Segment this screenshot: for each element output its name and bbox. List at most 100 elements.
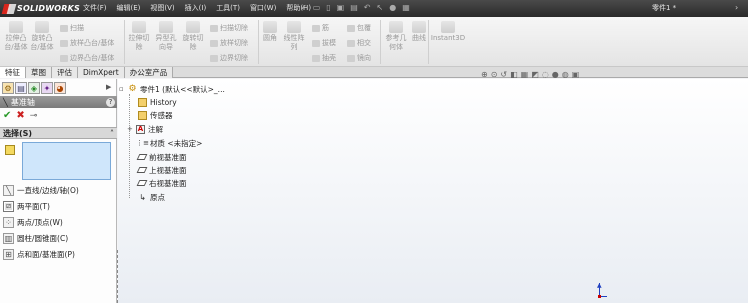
save-icon[interactable]: ▣ [337, 3, 345, 12]
expand-icon[interactable]: ▫ [119, 85, 125, 93]
print-icon[interactable]: ▤ [350, 3, 358, 12]
tree-item-top-plane[interactable]: 上视基准面 [129, 164, 187, 176]
tab-office-products[interactable]: 办公室产品 [124, 67, 174, 78]
graphics-area[interactable] [118, 79, 748, 303]
command-manager: 拉伸凸台/基体 旋转凸台/基体 扫描 放样凸台/基体 边界凸台/基体 拉伸切除 … [0, 17, 748, 67]
intersect-button[interactable]: 相交 [347, 38, 371, 48]
ok-icon[interactable]: ✔ [3, 111, 11, 121]
manager-tabs: ⚙ ▤ ◈ ✦ ◕ [2, 82, 66, 94]
menu-file[interactable]: 文件(F) [78, 3, 112, 13]
tree-item-material[interactable]: ⋮≡ 材质 <未指定> [129, 137, 202, 149]
solidworks-logo[interactable]: SOLIDWORKS [3, 2, 80, 15]
feature-manager-icon[interactable]: ⚙ [2, 82, 14, 94]
draft-button[interactable]: 拔模 [312, 38, 336, 48]
option-point-face[interactable]: ⊞ 点和面/基准面(P) [3, 247, 75, 261]
chevron-right-icon[interactable]: ▶ [106, 83, 111, 91]
tab-sketch[interactable]: 草图 [26, 67, 52, 78]
quick-access-toolbar: ✔ ▭ ▯ ▣ ▤ ↶ ↖ ● ▦ [300, 3, 410, 12]
open-icon[interactable]: ▯ [326, 3, 330, 12]
tree-root-part[interactable]: ▫ ⚙ 零件1 (默认<<默认>_... [119, 83, 225, 95]
option-line-edge-axis[interactable]: ╲ 一直线/边线/轴(O) [3, 183, 79, 197]
reference-geometry-button[interactable]: 参考几何体 [383, 21, 409, 52]
tab-dimxpert[interactable]: DimXpert [78, 67, 125, 78]
option-two-planes[interactable]: ⧄ 两平面(T) [3, 199, 50, 213]
menu-view[interactable]: 视图(V) [145, 3, 179, 13]
pin-icon[interactable]: ✔ [300, 3, 307, 12]
view-settings-icon[interactable]: ▣ [572, 70, 580, 79]
hole-wizard-button[interactable]: 异型孔向导 [153, 21, 179, 52]
linear-pattern-button[interactable]: 线性阵列 [282, 21, 306, 52]
zoom-to-fit-icon[interactable]: ⊕ [481, 70, 488, 79]
wrap-button[interactable]: 包覆 [347, 23, 371, 33]
boundary-icon [60, 54, 68, 62]
menu-window[interactable]: 窗口(W) [245, 3, 281, 13]
sweep-button[interactable]: 扫描 [60, 23, 84, 33]
rib-button[interactable]: 筋 [312, 23, 329, 33]
action-buttons: ✔ ✖ ⊸ [3, 111, 38, 122]
menu-edit[interactable]: 编辑(E) [112, 3, 146, 13]
help-icon[interactable]: ? [106, 98, 115, 107]
undo-icon[interactable]: ↶ [364, 3, 371, 12]
pushpin-icon[interactable]: ⊸ [30, 111, 38, 121]
fillet-icon [263, 21, 277, 33]
boundary-cut-button[interactable]: 边界切除 [210, 53, 248, 63]
scene-icon[interactable]: ◍ [562, 70, 569, 79]
edit-appearance-icon[interactable]: ● [552, 70, 559, 79]
property-manager-icon[interactable]: ▤ [15, 82, 27, 94]
curves-button[interactable]: 曲线 [410, 21, 428, 43]
collapse-icon[interactable]: ˄ [110, 128, 114, 139]
sweep-icon [60, 24, 68, 32]
dimxpert-manager-icon[interactable]: ✦ [41, 82, 53, 94]
configuration-manager-icon[interactable]: ◈ [28, 82, 40, 94]
new-icon[interactable]: ▭ [313, 3, 321, 12]
tree-item-front-plane[interactable]: 前视基准面 [129, 151, 187, 163]
revolve-boss-button[interactable]: 旋转凸台/基体 [30, 21, 54, 52]
cancel-icon[interactable]: ✖ [16, 111, 24, 121]
plane-icon [136, 154, 148, 160]
chevron-right-icon[interactable]: › [735, 3, 738, 12]
menu-insert[interactable]: 插入(I) [180, 3, 212, 13]
tree-item-sensors[interactable]: 传感器 [129, 109, 173, 121]
expand-plus-icon[interactable]: + [127, 125, 133, 133]
tab-evaluate[interactable]: 评估 [52, 67, 78, 78]
wrap-icon [347, 24, 355, 32]
hide-show-items-icon[interactable]: ◌ [542, 70, 549, 79]
cylinder-icon: ▥ [3, 232, 14, 244]
revolve-cut-button[interactable]: 旋转切除 [181, 21, 205, 52]
menu-tools[interactable]: 工具(T) [211, 3, 245, 13]
rib-icon [312, 24, 320, 32]
tree-item-right-plane[interactable]: 右视基准面 [129, 177, 187, 189]
previous-view-icon[interactable]: ↺ [500, 70, 507, 79]
option-two-points[interactable]: ⁘ 两点/顶点(W) [3, 215, 63, 229]
options-icon[interactable]: ▦ [402, 3, 410, 12]
zoom-area-icon[interactable]: ⊙ [491, 70, 498, 79]
linear-pattern-icon [287, 21, 301, 33]
select-icon[interactable]: ↖ [377, 3, 384, 12]
extrude-cut-button[interactable]: 拉伸切除 [127, 21, 151, 52]
reference-triad: ▲ [594, 282, 608, 299]
tab-features[interactable]: 特征 [0, 67, 26, 78]
tree-item-annotations[interactable]: + A 注解 [127, 123, 163, 135]
view-orientation-icon[interactable]: ▦ [521, 70, 529, 79]
property-manager: ⚙ ▤ ◈ ✦ ◕ ▶ ╲ 基准轴 ? ✔ ✖ ⊸ 选择(S) ˄ ╲ 一直线/… [0, 79, 117, 303]
mirror-button[interactable]: 镜向 [347, 53, 371, 63]
two-planes-icon: ⧄ [3, 200, 14, 212]
rebuild-icon[interactable]: ● [389, 3, 396, 12]
display-style-icon[interactable]: ◩ [531, 70, 539, 79]
tree-item-origin[interactable]: ↳ 原点 [129, 191, 165, 203]
boundary-boss-button[interactable]: 边界凸台/基体 [60, 53, 114, 63]
swept-cut-button[interactable]: 扫描切除 [210, 23, 248, 33]
section-view-icon[interactable]: ◧ [510, 70, 518, 79]
display-manager-icon[interactable]: ◕ [54, 82, 66, 94]
part-icon: ⚙ [128, 84, 137, 94]
option-cylinder-cone[interactable]: ▥ 圆柱/圆锥面(C) [3, 231, 68, 245]
tree-item-history[interactable]: History [129, 96, 177, 108]
fillet-button[interactable]: 圆角 [261, 21, 279, 43]
lofted-cut-button[interactable]: 放样切除 [210, 38, 248, 48]
extrude-boss-button[interactable]: 拉伸凸台/基体 [4, 21, 28, 52]
loft-boss-button[interactable]: 放样凸台/基体 [60, 38, 114, 48]
instant3d-button[interactable]: Instant3D [430, 21, 466, 43]
shell-button[interactable]: 抽壳 [312, 53, 336, 63]
selection-group-header[interactable]: 选择(S) ˄ [0, 127, 117, 139]
selection-list-box[interactable] [22, 142, 111, 180]
